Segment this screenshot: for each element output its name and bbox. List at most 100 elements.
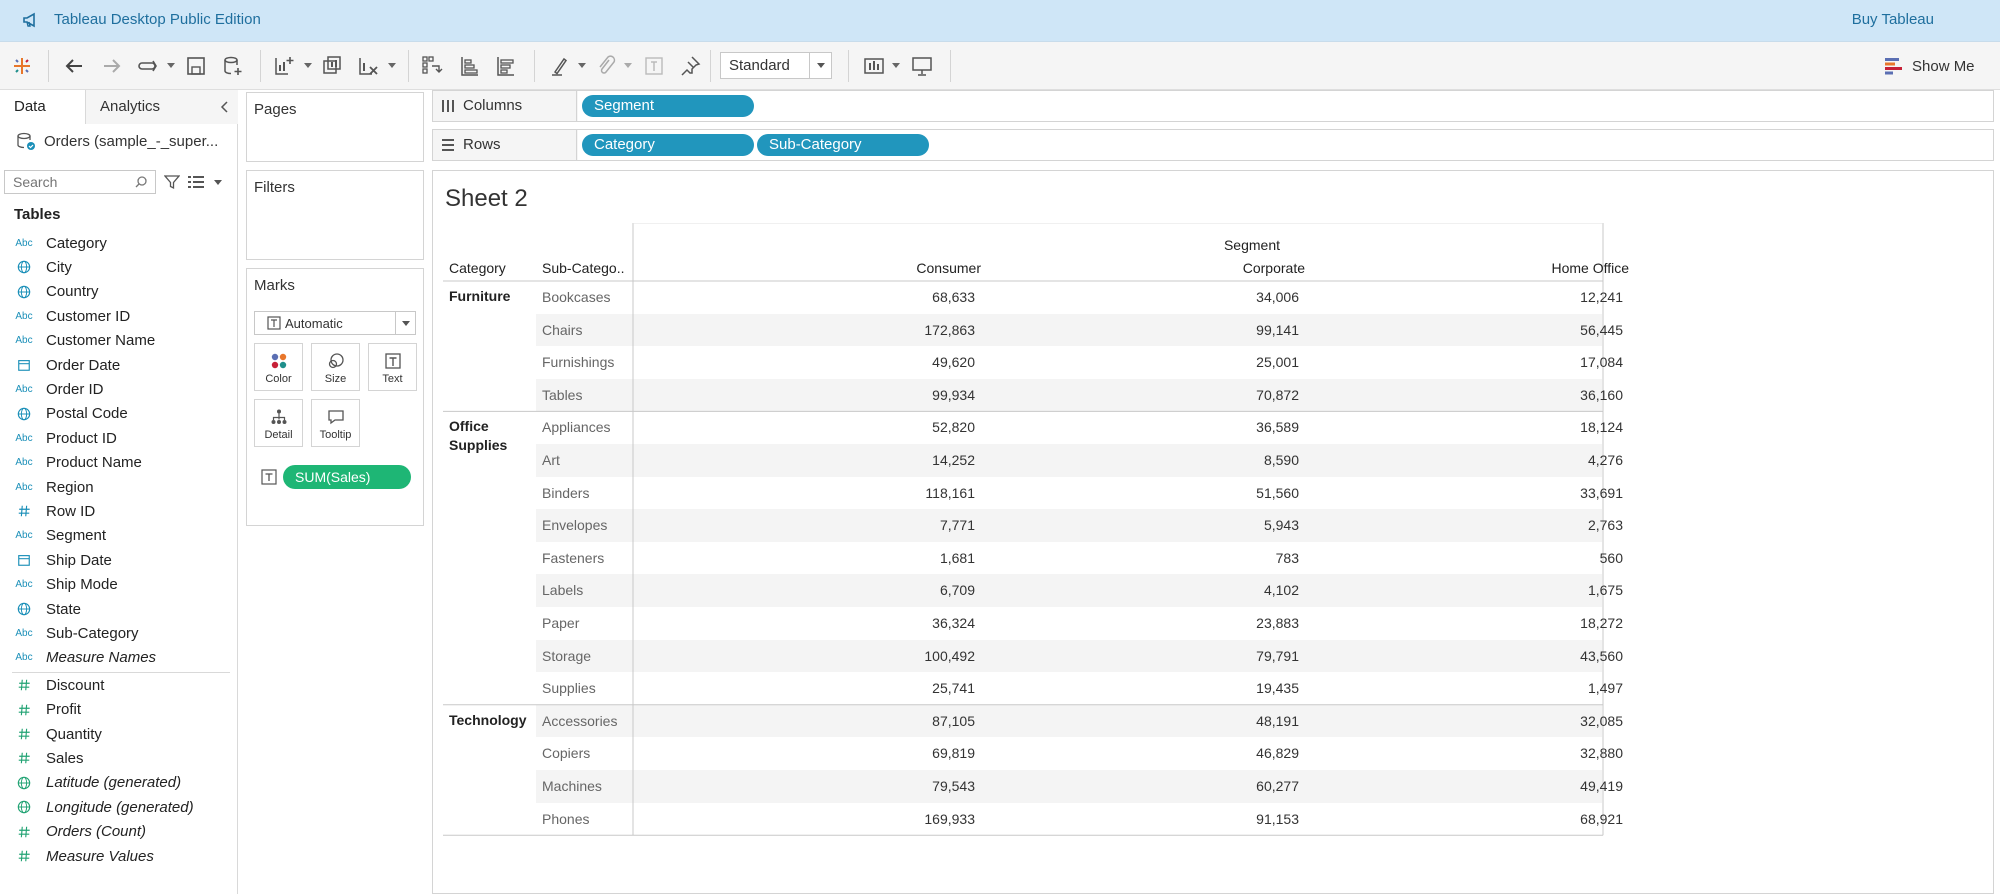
field-item[interactable]: Abc Customer ID xyxy=(15,305,230,327)
segment-header[interactable]: Consumer xyxy=(781,260,981,276)
value-cell[interactable]: 70,872 xyxy=(1099,387,1299,403)
subcategory-cell[interactable]: Accessories xyxy=(542,713,617,729)
subcategory-cell[interactable]: Envelopes xyxy=(542,517,607,533)
new-datasource-icon[interactable] xyxy=(220,54,244,78)
back-arrow-icon[interactable] xyxy=(62,54,86,78)
subcategory-cell[interactable]: Chairs xyxy=(542,322,582,338)
pill-sub-category[interactable]: Sub-Category xyxy=(757,134,929,156)
value-cell[interactable]: 25,001 xyxy=(1099,354,1299,370)
value-cell[interactable]: 172,863 xyxy=(775,322,975,338)
segment-header[interactable]: Home Office xyxy=(1429,260,1629,276)
field-item[interactable]: Measure Values xyxy=(16,845,230,867)
value-cell[interactable]: 25,741 xyxy=(775,680,975,696)
datasource-item[interactable]: Orders (sample_-_super... xyxy=(16,130,230,152)
value-cell[interactable]: 100,492 xyxy=(775,648,975,664)
subcategory-cell[interactable]: Appliances xyxy=(542,419,611,435)
field-item[interactable]: Sales xyxy=(16,747,230,769)
subcategory-cell[interactable]: Art xyxy=(542,452,560,468)
value-cell[interactable]: 51,560 xyxy=(1099,485,1299,501)
field-item[interactable]: Quantity xyxy=(16,723,230,745)
filter-icon[interactable] xyxy=(164,174,180,190)
sort-descending-icon[interactable] xyxy=(494,54,518,78)
show-cards-icon[interactable] xyxy=(862,54,886,78)
value-cell[interactable]: 68,633 xyxy=(775,289,975,305)
sort-ascending-icon[interactable] xyxy=(458,54,482,78)
value-cell[interactable]: 2,763 xyxy=(1423,517,1623,533)
value-cell[interactable]: 60,277 xyxy=(1099,778,1299,794)
text-button[interactable]: Text xyxy=(368,343,417,391)
swap-rows-columns-icon[interactable] xyxy=(420,54,444,78)
value-cell[interactable]: 783 xyxy=(1099,550,1299,566)
field-item[interactable]: Longitude (generated) xyxy=(16,796,230,818)
value-cell[interactable]: 69,819 xyxy=(775,745,975,761)
field-item[interactable]: Abc Category xyxy=(15,232,230,254)
field-item[interactable]: Abc Ship Mode xyxy=(15,574,230,596)
collapse-pane-icon[interactable] xyxy=(220,101,228,113)
value-cell[interactable]: 91,153 xyxy=(1099,811,1299,827)
value-cell[interactable]: 79,543 xyxy=(775,778,975,794)
value-cell[interactable]: 4,276 xyxy=(1423,452,1623,468)
new-worksheet-icon[interactable] xyxy=(272,54,296,78)
field-item[interactable]: Ship Date xyxy=(16,549,230,571)
field-item[interactable]: Abc Order ID xyxy=(15,378,230,400)
chevron-down-icon[interactable] xyxy=(809,53,831,78)
forward-arrow-icon[interactable] xyxy=(100,54,124,78)
field-item[interactable]: Abc Customer Name xyxy=(15,330,230,352)
value-cell[interactable]: 1,497 xyxy=(1423,680,1623,696)
value-cell[interactable]: 33,691 xyxy=(1423,485,1623,501)
clear-sheet-icon[interactable] xyxy=(356,54,380,78)
field-item[interactable]: State xyxy=(16,598,230,620)
subcategory-header[interactable]: Sub-Catego.. xyxy=(542,260,625,276)
value-cell[interactable]: 87,105 xyxy=(775,713,975,729)
buy-tableau-link[interactable]: Buy Tableau xyxy=(1852,11,1934,28)
value-cell[interactable]: 7,771 xyxy=(775,517,975,533)
size-button[interactable]: Size xyxy=(311,343,360,391)
category-cell[interactable]: Technology xyxy=(449,711,535,730)
segment-group-header[interactable]: Segment xyxy=(916,237,1588,253)
value-cell[interactable]: 79,791 xyxy=(1099,648,1299,664)
value-cell[interactable]: 36,160 xyxy=(1423,387,1623,403)
value-cell[interactable]: 46,829 xyxy=(1099,745,1299,761)
sort-options-caret[interactable] xyxy=(214,180,222,185)
value-cell[interactable]: 36,589 xyxy=(1099,419,1299,435)
highlight-pen-icon[interactable] xyxy=(548,54,572,78)
value-cell[interactable]: 49,620 xyxy=(775,354,975,370)
value-cell[interactable]: 12,241 xyxy=(1423,289,1623,305)
value-cell[interactable]: 32,880 xyxy=(1423,745,1623,761)
subcategory-cell[interactable]: Binders xyxy=(542,485,589,501)
group-paperclip-icon[interactable] xyxy=(594,54,618,78)
field-item[interactable]: Latitude (generated) xyxy=(16,772,230,794)
field-item[interactable]: Abc Segment xyxy=(15,525,230,547)
category-cell[interactable]: Furniture xyxy=(449,287,535,306)
filters-card[interactable]: Filters xyxy=(246,170,424,260)
pill-category[interactable]: Category xyxy=(582,134,754,156)
value-cell[interactable]: 52,820 xyxy=(775,419,975,435)
fit-standard-select[interactable]: Standard xyxy=(720,52,832,79)
save-icon[interactable] xyxy=(184,54,208,78)
mark-type-select[interactable]: Automatic xyxy=(254,311,416,335)
value-cell[interactable]: 49,419 xyxy=(1423,778,1623,794)
value-cell[interactable]: 560 xyxy=(1423,550,1623,566)
view-list-icon[interactable] xyxy=(188,175,204,189)
field-item[interactable]: Orders (Count) xyxy=(16,821,230,843)
value-cell[interactable]: 14,252 xyxy=(775,452,975,468)
value-cell[interactable]: 43,560 xyxy=(1423,648,1623,664)
value-cell[interactable]: 99,141 xyxy=(1099,322,1299,338)
pages-card[interactable]: Pages xyxy=(246,92,424,162)
megaphone-icon[interactable] xyxy=(22,11,40,29)
value-cell[interactable]: 68,921 xyxy=(1423,811,1623,827)
value-cell[interactable]: 6,709 xyxy=(775,582,975,598)
subcategory-cell[interactable]: Tables xyxy=(542,387,582,403)
pin-icon[interactable] xyxy=(678,54,702,78)
tooltip-button[interactable]: Tooltip xyxy=(311,399,360,447)
segment-header[interactable]: Corporate xyxy=(1105,260,1305,276)
subcategory-cell[interactable]: Furnishings xyxy=(542,354,614,370)
category-header[interactable]: Category xyxy=(449,260,506,276)
value-cell[interactable]: 169,933 xyxy=(775,811,975,827)
duplicate-sheet-icon[interactable] xyxy=(320,54,344,78)
subcategory-cell[interactable]: Phones xyxy=(542,811,589,827)
field-item[interactable]: Abc Product ID xyxy=(15,427,230,449)
value-cell[interactable]: 118,161 xyxy=(775,485,975,501)
color-button[interactable]: Color xyxy=(254,343,303,391)
value-cell[interactable]: 4,102 xyxy=(1099,582,1299,598)
